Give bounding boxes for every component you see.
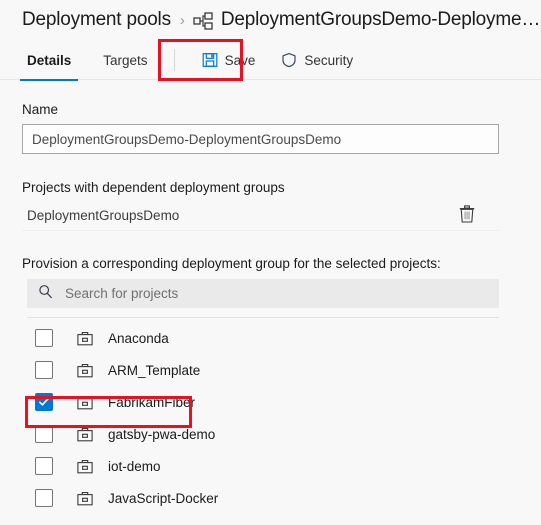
cmdbar-gap — [156, 40, 174, 80]
list-divider — [27, 317, 499, 318]
security-button[interactable]: Security — [271, 40, 363, 80]
name-input[interactable] — [22, 124, 499, 154]
project-briefcase-icon — [76, 363, 94, 378]
project-item-fabrikamfiber[interactable]: FabrikamFiber — [27, 386, 519, 418]
project-checkbox[interactable] — [35, 329, 53, 347]
project-checkbox[interactable] — [35, 489, 53, 507]
project-briefcase-icon — [76, 395, 94, 410]
dependent-project-name: DeploymentGroupsDemo — [27, 208, 180, 223]
project-name: gatsby-pwa-demo — [108, 426, 216, 442]
project-name: Anaconda — [108, 330, 169, 346]
project-briefcase-icon — [76, 459, 94, 474]
search-icon — [38, 284, 53, 304]
dependent-projects-label: Projects with dependent deployment group… — [22, 180, 285, 195]
tab-spacer — [79, 40, 95, 80]
project-briefcase-icon — [76, 331, 94, 346]
tab-targets-label: Targets — [103, 52, 148, 68]
security-button-label: Security — [304, 52, 354, 68]
project-item-arm-template[interactable]: ARM_Template — [27, 354, 519, 386]
dependent-project-row: DeploymentGroupsDemo — [22, 201, 499, 231]
project-checkbox[interactable] — [35, 361, 53, 379]
project-briefcase-icon — [76, 491, 94, 506]
project-name: ARM_Template — [108, 362, 201, 378]
project-name: FabrikamFiber — [108, 394, 196, 410]
deployment-group-icon — [193, 12, 213, 30]
shield-icon — [281, 52, 297, 68]
delete-dependent-project-button[interactable] — [459, 205, 475, 226]
search-input[interactable] — [63, 285, 463, 302]
breadcrumb-current-page: DeploymentGroupsDemo-Deployment... — [220, 9, 541, 30]
project-item-javascript-docker[interactable]: JavaScript-Docker — [27, 482, 519, 514]
details-form: Name Projects with dependent deployment … — [0, 102, 541, 514]
command-bar-divider — [173, 49, 175, 71]
name-label: Name — [22, 102, 59, 117]
project-item-gatsby-pwa-demo[interactable]: gatsby-pwa-demo — [27, 418, 519, 450]
project-search-box[interactable] — [27, 279, 499, 308]
tab-targets[interactable]: Targets — [95, 40, 155, 80]
command-bar: Details Targets Save Security — [0, 40, 541, 81]
project-checkbox[interactable] — [35, 425, 53, 443]
tab-details-label: Details — [27, 52, 72, 68]
save-button-label: Save — [224, 52, 256, 68]
breadcrumb-separator-icon: › — [179, 11, 185, 29]
breadcrumb: Deployment pools › DeploymentGroupsDemo-… — [0, 0, 541, 34]
project-name: JavaScript-Docker — [108, 490, 219, 506]
project-item-anaconda[interactable]: Anaconda — [27, 322, 519, 354]
project-item-iot-demo[interactable]: iot-demo — [27, 450, 519, 482]
provision-label: Provision a corresponding deployment gro… — [22, 256, 441, 271]
project-list: Anaconda ARM_Template FabrikamFiber gats… — [22, 322, 519, 514]
tab-details[interactable]: Details — [19, 40, 79, 81]
project-checkbox[interactable] — [35, 457, 53, 475]
project-briefcase-icon — [76, 427, 94, 442]
project-checkbox[interactable] — [35, 393, 53, 411]
project-name: iot-demo — [108, 458, 161, 474]
save-floppy-icon — [202, 52, 218, 68]
trash-icon — [459, 205, 475, 226]
breadcrumb-root-link[interactable]: Deployment pools — [22, 9, 171, 31]
save-button[interactable]: Save — [192, 40, 266, 80]
